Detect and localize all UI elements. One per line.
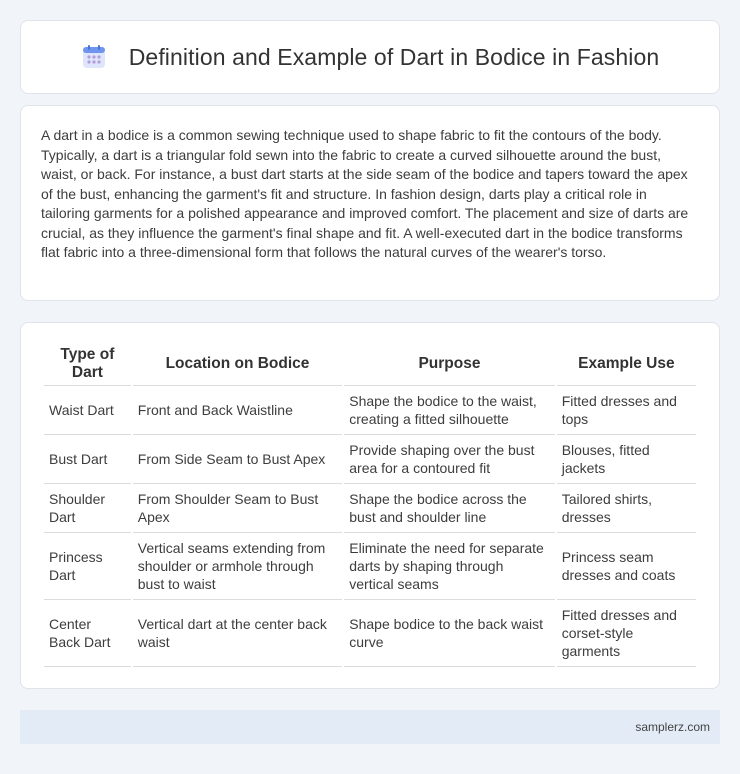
table-row: Waist Dart Front and Back Waistline Shap… [44, 386, 696, 435]
cell-example: Tailored shirts, dresses [556, 484, 696, 533]
description-card: A dart in a bodice is a common sewing te… [20, 105, 720, 301]
cell-type: Waist Dart [44, 386, 131, 435]
header-example-use: Example Use [556, 343, 696, 386]
cell-purpose: Eliminate the need for separate darts by… [344, 533, 555, 600]
cell-purpose: Provide shaping over the bust area for a… [344, 435, 555, 484]
cell-location: Vertical dart at the center back waist [132, 600, 343, 667]
cell-location: From Shoulder Seam to Bust Apex [132, 484, 343, 533]
header-purpose: Purpose [344, 343, 555, 386]
cell-purpose: Shape the bodice across the bust and sho… [344, 484, 555, 533]
header-type-of-dart: Type of Dart [44, 343, 131, 386]
description-text: A dart in a bodice is a common sewing te… [41, 127, 689, 260]
calendar-icon [81, 44, 107, 70]
cell-example: Blouses, fitted jackets [556, 435, 696, 484]
table-row: Bust Dart From Side Seam to Bust Apex Pr… [44, 435, 696, 484]
cell-location: From Side Seam to Bust Apex [132, 435, 343, 484]
footer: samplerz.com [20, 710, 720, 744]
cell-type: Center Back Dart [44, 600, 131, 667]
cell-example: Fitted dresses and tops [556, 386, 696, 435]
cell-purpose: Shape bodice to the back waist curve [344, 600, 555, 667]
cell-location: Front and Back Waistline [132, 386, 343, 435]
cell-type: Bust Dart [44, 435, 131, 484]
header-location: Location on Bodice [132, 343, 343, 386]
page-title: Definition and Example of Dart in Bodice… [128, 43, 660, 70]
table-row: Center Back Dart Vertical dart at the ce… [44, 600, 696, 667]
table-row: Shoulder Dart From Shoulder Seam to Bust… [44, 484, 696, 533]
cell-type: Princess Dart [44, 533, 131, 600]
table-card: Type of Dart Location on Bodice Purpose … [20, 322, 720, 689]
cell-purpose: Shape the bodice to the waist, creating … [344, 386, 555, 435]
table-header-row: Type of Dart Location on Bodice Purpose … [44, 343, 696, 386]
cell-location: Vertical seams extending from shoulder o… [132, 533, 343, 600]
title-card: Definition and Example of Dart in Bodice… [20, 20, 720, 94]
cell-example: Fitted dresses and corset-style garments [556, 600, 696, 667]
table-row: Princess Dart Vertical seams extending f… [44, 533, 696, 600]
footer-site-link[interactable]: samplerz.com [635, 720, 710, 734]
dart-table: Type of Dart Location on Bodice Purpose … [42, 343, 698, 667]
cell-type: Shoulder Dart [44, 484, 131, 533]
cell-example: Princess seam dresses and coats [556, 533, 696, 600]
